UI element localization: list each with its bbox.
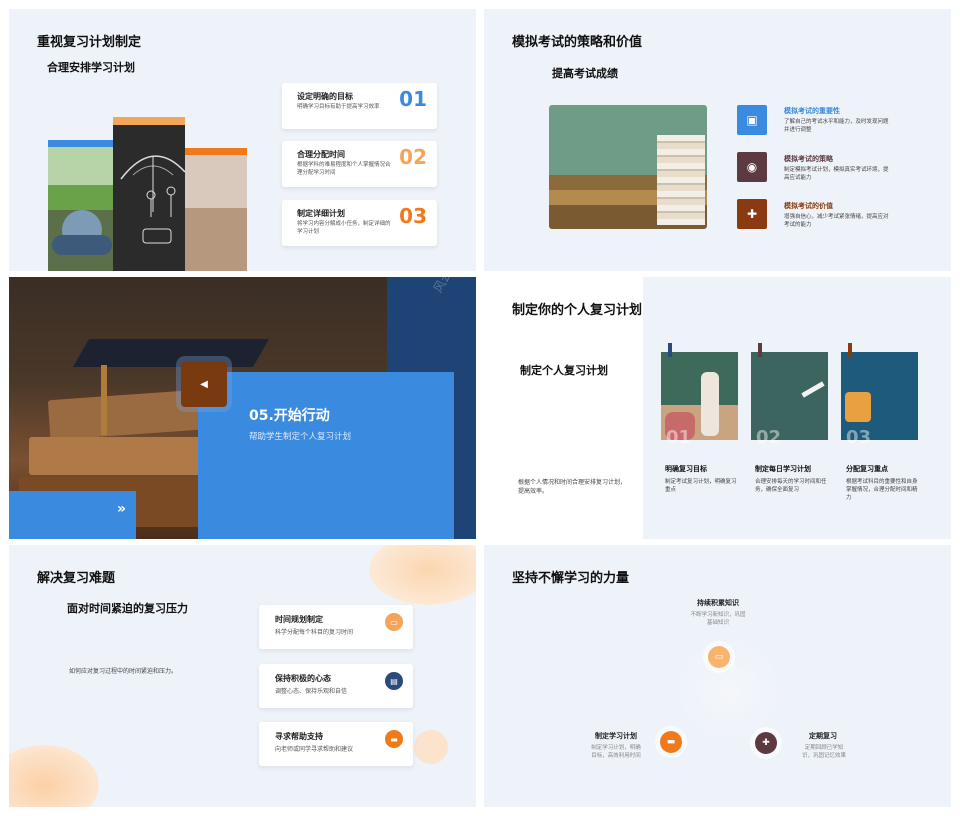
double-chevron-icon[interactable]: »	[117, 501, 126, 517]
plan-card-3: 制定详细计划 将学习内容分解成小任务，制定详细的学习计划 03	[282, 200, 437, 246]
slide-subtitle: 面对时间紧迫的复习压力	[67, 602, 188, 615]
calendar-icon: ▭	[385, 613, 403, 631]
card-desc: 将学习内容分解成小任务，制定详细的学习计划	[297, 221, 391, 235]
slide-title: 解决复习难题	[37, 571, 116, 586]
difficulty-card-3: 寻求帮助支持 向老师或同学寻求帮助和建议 ▬	[259, 722, 413, 766]
slide-subtitle: 制定个人复习计划	[520, 364, 608, 377]
column-desc: 制定考试复习计划，明确复习重点	[665, 479, 737, 493]
library-photo	[185, 148, 247, 271]
briefcase-icon: ▭	[708, 646, 730, 668]
card-desc: 明确学习目标有助于提高学习效率	[297, 104, 380, 110]
column-title: 明确复习目标	[665, 465, 707, 473]
section-title: 05.开始行动	[249, 408, 330, 424]
column-title: 制定每日学习计划	[755, 465, 811, 473]
node-desc: 定期回顾已学知识，巩固记忆效果	[801, 745, 846, 759]
slide-title: 重视复习计划制定	[37, 35, 142, 50]
slide-desc: 如何应对复习过程中的时间紧迫和压力。	[69, 668, 178, 675]
column-number: 03	[846, 427, 872, 448]
puzzle-icon: ✚	[737, 199, 767, 229]
slide-1[interactable]: 重视复习计划制定 合理安排学习计划 设定明确的目标 明确学习目标有助于提高学习效…	[9, 9, 476, 271]
tab-marker	[758, 343, 762, 357]
column-desc: 根据考试科目的重要性和自身掌握情况，合理分配时间和精力	[846, 479, 918, 501]
tab-marker	[848, 343, 852, 357]
item-desc: 增强自信心，减少考试紧张情绪，提高应对考试的能力	[784, 214, 889, 228]
plan-card-2: 合理分配时间 根据学科的难易程度和个人掌握情况合理分配学习时间 02	[282, 141, 437, 187]
slide-subtitle: 合理安排学习计划	[47, 61, 135, 74]
node-desc: 制定学习计划，明确目标，高效利用时间	[591, 745, 641, 759]
item-title: 模拟考试的策略	[784, 155, 833, 163]
slide-2[interactable]: 模拟考试的策略和价值 提高考试成绩 ▣ 模拟考试的重要性 了解自己的考试水平和能…	[484, 9, 951, 271]
students-reading-photo	[48, 140, 120, 271]
image-icon: ▣	[737, 105, 767, 135]
target-icon: ◉	[737, 152, 767, 182]
card-title: 设定明确的目标	[297, 92, 353, 101]
column-desc: 合理安排每天的学习时间和任务，确保全面复习	[755, 479, 827, 493]
decor-blob	[9, 745, 99, 807]
slide-4[interactable]: 制定你的个人复习计划 制定个人复习计划 根据个人情况和时间合理安排复习计划，提高…	[484, 277, 951, 539]
chat-icon: ▬	[660, 731, 682, 753]
slide-subtitle: 提高考试成绩	[552, 67, 618, 80]
play-back-icon[interactable]: ◀	[181, 361, 227, 407]
books-chalkboard-photo	[549, 105, 707, 229]
slide-desc: 根据个人情况和时间合理安排复习计划，提高效率。	[518, 479, 627, 495]
tab-marker	[668, 343, 672, 357]
section-subtitle: 帮助学生制定个人复习计划	[249, 432, 352, 442]
slide-3[interactable]: » ◀ 05.开始行动 帮助学生制定个人复习计划 风云办公	[9, 277, 476, 539]
card-number: 03	[399, 204, 427, 228]
card-desc: 根据学科的难易程度和个人掌握情况合理分配学习时间	[297, 162, 391, 176]
column-title: 分配复习重点	[846, 465, 888, 473]
item-desc: 了解自己的考试水平和能力，及时发现问题并进行调整	[784, 119, 889, 133]
node-desc: 不断学习新知识，巩固基础知识	[690, 612, 746, 626]
blue-title-panel	[198, 372, 454, 539]
card-number: 02	[399, 145, 427, 169]
plan-card-1: 设定明确的目标 明确学习目标有助于提高学习效率 01	[282, 83, 437, 129]
node-title: 持续积累知识	[697, 599, 739, 607]
chalkboard-umbrella-photo	[113, 117, 185, 271]
item-title: 模拟考试的价值	[784, 202, 833, 210]
node-title: 制定学习计划	[595, 732, 637, 740]
chat-icon: ▬	[385, 730, 403, 748]
slide-title: 坚持不懈学习的力量	[512, 571, 630, 586]
difficulty-card-2: 保持积极的心态 调整心态、保持乐观和自信 ▤	[259, 664, 413, 708]
slide-title: 制定你的个人复习计划	[512, 303, 643, 318]
card-title: 保持积极的心态	[275, 674, 331, 683]
card-title: 制定详细计划	[297, 209, 345, 218]
slide-5[interactable]: 解决复习难题 面对时间紧迫的复习压力 如何应对复习过程中的时间紧迫和压力。 时间…	[9, 545, 476, 807]
decor-blob	[369, 545, 476, 605]
card-desc: 调整心态、保持乐观和自信	[275, 688, 348, 695]
node-title: 定期复习	[809, 732, 837, 740]
item-title: 模拟考试的重要性	[784, 107, 840, 115]
card-title: 合理分配时间	[297, 150, 345, 159]
card-title: 寻求帮助支持	[275, 732, 323, 741]
item-desc: 制定模拟考试计划，模拟真实考试环境，提高应试能力	[784, 167, 889, 181]
slide-6[interactable]: 坚持不懈学习的力量 持续积累知识 不断学习新知识，巩固基础知识 ▭ 制定学习计划…	[484, 545, 951, 807]
card-desc: 向老师或同学寻求帮助和建议	[275, 746, 354, 753]
column-number: 02	[756, 427, 782, 448]
card-desc: 科学分配每个科目的复习时间	[275, 629, 354, 636]
document-icon: ▤	[385, 672, 403, 690]
slide-title: 模拟考试的策略和价值	[512, 35, 643, 50]
decor-circle	[414, 730, 448, 764]
card-number: 01	[399, 87, 427, 111]
card-title: 时间规划制定	[275, 615, 323, 624]
difficulty-card-1: 时间规划制定 科学分配每个科目的复习时间 ▭	[259, 605, 413, 649]
puzzle-icon: ✚	[755, 732, 777, 754]
column-number: 01	[666, 427, 692, 448]
